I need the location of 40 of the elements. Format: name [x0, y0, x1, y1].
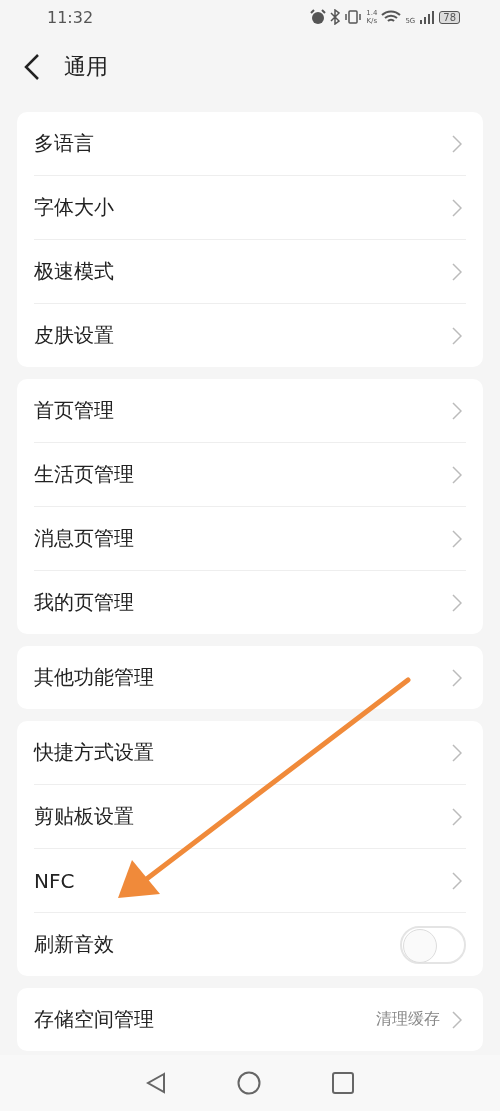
chevron-icon[interactable] [452, 133, 462, 154]
toggle-switch[interactable] [400, 925, 466, 964]
alarm-icon [310, 9, 327, 25]
chevron-icon[interactable] [452, 870, 462, 891]
back-icon[interactable] [24, 53, 40, 81]
setting-label[interactable]: 剪贴板设置 [34, 803, 440, 830]
setting-label[interactable]: 刷新音效 [34, 931, 388, 958]
chevron-icon[interactable] [452, 742, 462, 763]
chevron-icon[interactable] [452, 261, 462, 282]
chevron-icon[interactable] [452, 528, 462, 549]
setting-label[interactable]: 皮肤设置 [34, 322, 440, 349]
setting-label[interactable]: 我的页管理 [34, 589, 440, 616]
setting-value: 清理缓存 [376, 1009, 440, 1030]
chevron-icon[interactable] [452, 325, 462, 346]
bluetooth-icon [330, 9, 341, 25]
chevron-icon[interactable] [452, 667, 462, 688]
home-nav-icon[interactable] [237, 1071, 261, 1095]
vibrate-icon [344, 9, 363, 25]
setting-label[interactable]: NFC [34, 868, 440, 893]
setting-label[interactable]: 生活页管理 [34, 461, 440, 488]
chevron-icon[interactable] [452, 806, 462, 827]
signal-icon [419, 10, 436, 24]
recents-nav-icon[interactable] [332, 1072, 355, 1094]
setting-label[interactable]: 消息页管理 [34, 525, 440, 552]
setting-label[interactable]: 快捷方式设置 [34, 739, 440, 766]
battery-level: 78 [439, 10, 460, 24]
chevron-icon[interactable] [452, 197, 462, 218]
setting-label[interactable]: 多语言 [34, 130, 440, 157]
chevron-icon[interactable] [452, 592, 462, 613]
status-time: 11:32 [47, 7, 94, 27]
back-nav-icon[interactable] [145, 1072, 166, 1094]
setting-label[interactable]: 字体大小 [34, 194, 440, 221]
chevron-icon[interactable] [452, 400, 462, 421]
chevron-icon[interactable] [452, 464, 462, 485]
setting-label[interactable]: 极速模式 [34, 258, 440, 285]
setting-label[interactable]: 其他功能管理 [34, 664, 440, 691]
chevron-icon[interactable] [452, 1009, 462, 1030]
setting-label[interactable]: 存储空间管理 [34, 1006, 364, 1033]
setting-label[interactable]: 首页管理 [34, 397, 440, 424]
page-title: 通用 [64, 53, 108, 81]
